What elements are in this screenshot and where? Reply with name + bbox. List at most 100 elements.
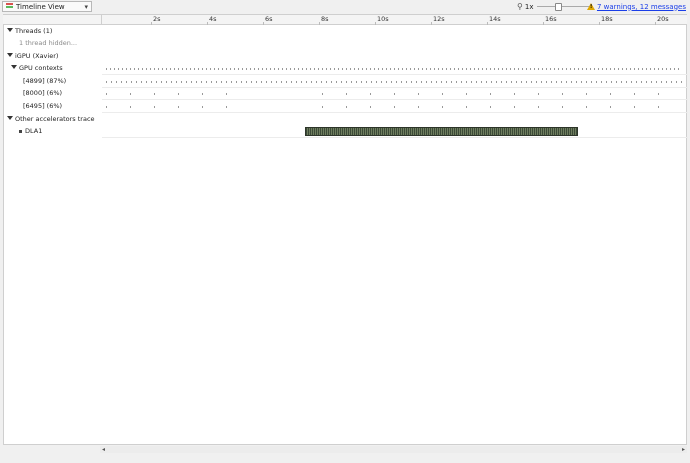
expand-arrow-icon[interactable] bbox=[7, 28, 13, 32]
trace-mark bbox=[556, 81, 557, 83]
trace-mark bbox=[570, 68, 571, 70]
trace-mark bbox=[201, 81, 202, 83]
expand-arrow-icon[interactable] bbox=[7, 116, 13, 120]
expand-arrow-icon[interactable] bbox=[7, 53, 13, 57]
trace-mark bbox=[602, 68, 603, 70]
trace-mark bbox=[562, 68, 563, 70]
trace-mark bbox=[510, 68, 511, 70]
trace-mark bbox=[654, 68, 655, 70]
trace-mark bbox=[442, 68, 443, 70]
trace-mark bbox=[282, 68, 283, 70]
tree-row-ctx-6495[interactable]: [6495] (6%) bbox=[4, 101, 688, 113]
ruler-tick-label: 4s bbox=[209, 15, 217, 23]
warnings-link[interactable]: 7 warnings, 12 messages bbox=[597, 3, 686, 11]
gpu-contexts-track[interactable] bbox=[102, 63, 688, 75]
trace-mark bbox=[294, 68, 295, 70]
trace-mark bbox=[422, 68, 423, 70]
trace-mark bbox=[442, 106, 443, 108]
trace-mark bbox=[171, 81, 172, 83]
trace-mark bbox=[458, 68, 459, 70]
ctx-6495-track[interactable] bbox=[102, 101, 688, 113]
dla1-track[interactable] bbox=[102, 126, 688, 138]
ctx-8000-track[interactable] bbox=[102, 88, 688, 100]
trace-mark bbox=[276, 81, 277, 83]
trace-mark bbox=[246, 68, 247, 70]
trace-mark bbox=[506, 81, 507, 83]
trace-mark bbox=[322, 68, 323, 70]
gpu-contexts-label: GPU contexts bbox=[19, 64, 63, 72]
horizontal-scrollbar[interactable]: ◂ ▸ bbox=[100, 446, 687, 453]
trace-mark bbox=[666, 68, 667, 70]
trace-mark bbox=[130, 106, 131, 108]
trace-mark bbox=[618, 68, 619, 70]
trace-mark bbox=[381, 81, 382, 83]
scroll-left-icon[interactable]: ◂ bbox=[102, 446, 105, 453]
trace-mark bbox=[666, 81, 667, 83]
trace-mark bbox=[350, 68, 351, 70]
expand-arrow-icon[interactable] bbox=[11, 65, 17, 69]
trace-mark bbox=[561, 81, 562, 83]
trace-mark bbox=[386, 81, 387, 83]
trace-mark bbox=[586, 81, 587, 83]
trace-mark bbox=[541, 81, 542, 83]
tree-row-ctx-8000[interactable]: [8000] (6%) bbox=[4, 88, 688, 100]
tree-row-other-accelerators[interactable]: Other accelerators trace bbox=[4, 114, 688, 126]
dla1-marker-icon bbox=[19, 130, 22, 133]
trace-mark bbox=[178, 106, 179, 108]
trace-mark bbox=[516, 81, 517, 83]
trace-mark bbox=[190, 68, 191, 70]
zoom-slider-thumb[interactable] bbox=[554, 3, 562, 11]
trace-mark bbox=[498, 68, 499, 70]
trace-mark bbox=[538, 93, 539, 95]
trace-mark bbox=[362, 68, 363, 70]
scroll-right-icon[interactable]: ▸ bbox=[682, 446, 685, 453]
trace-mark bbox=[106, 106, 107, 108]
trace-mark bbox=[576, 81, 577, 83]
trace-mark bbox=[461, 81, 462, 83]
view-select[interactable]: Timeline View ▾ bbox=[2, 1, 92, 12]
trace-mark bbox=[631, 81, 632, 83]
trace-mark bbox=[490, 106, 491, 108]
dla1-activity-bar[interactable] bbox=[305, 127, 578, 136]
trace-mark bbox=[466, 93, 467, 95]
trace-mark bbox=[262, 68, 263, 70]
trace-mark bbox=[391, 81, 392, 83]
tree-row-threads[interactable]: Threads (1) bbox=[4, 26, 688, 38]
ctx-4899-track[interactable] bbox=[102, 76, 688, 88]
trace-mark bbox=[346, 93, 347, 95]
trace-mark bbox=[178, 93, 179, 95]
trace-mark bbox=[566, 68, 567, 70]
trace-mark bbox=[334, 68, 335, 70]
trace-mark bbox=[302, 68, 303, 70]
trace-mark bbox=[536, 81, 537, 83]
trace-mark bbox=[210, 68, 211, 70]
trace-mark bbox=[486, 68, 487, 70]
trace-mark bbox=[650, 68, 651, 70]
threads-hidden-label: 1 thread hidden... bbox=[19, 39, 78, 47]
trace-mark bbox=[596, 81, 597, 83]
trace-mark bbox=[206, 68, 207, 70]
tree-row-gpu-contexts[interactable]: GPU contexts bbox=[4, 63, 688, 75]
tree-row-threads-hidden[interactable]: 1 thread hidden... bbox=[4, 38, 688, 50]
trace-mark bbox=[598, 68, 599, 70]
ruler-ticks[interactable]: 2s 4s 6s 8s 10s 12s 14s 16s 18s 20s bbox=[101, 15, 687, 25]
trace-mark bbox=[281, 81, 282, 83]
trace-mark bbox=[131, 81, 132, 83]
tree-row-dla1[interactable]: DLA1 bbox=[4, 126, 688, 138]
trace-mark bbox=[376, 81, 377, 83]
trace-mark bbox=[150, 68, 151, 70]
trace-mark bbox=[462, 68, 463, 70]
trace-mark bbox=[590, 68, 591, 70]
trace-mark bbox=[451, 81, 452, 83]
trace-mark bbox=[401, 81, 402, 83]
tree-row-ctx-4899[interactable]: [4899] (87%) bbox=[4, 76, 688, 88]
trace-mark bbox=[394, 68, 395, 70]
tree-row-igpu[interactable]: iGPU (Xavier) bbox=[4, 51, 688, 63]
trace-mark bbox=[621, 81, 622, 83]
trace-mark bbox=[450, 68, 451, 70]
trace-mark bbox=[436, 81, 437, 83]
trace-mark bbox=[271, 81, 272, 83]
trace-mark bbox=[414, 68, 415, 70]
trace-mark bbox=[226, 81, 227, 83]
zoom-slider[interactable] bbox=[537, 1, 594, 12]
